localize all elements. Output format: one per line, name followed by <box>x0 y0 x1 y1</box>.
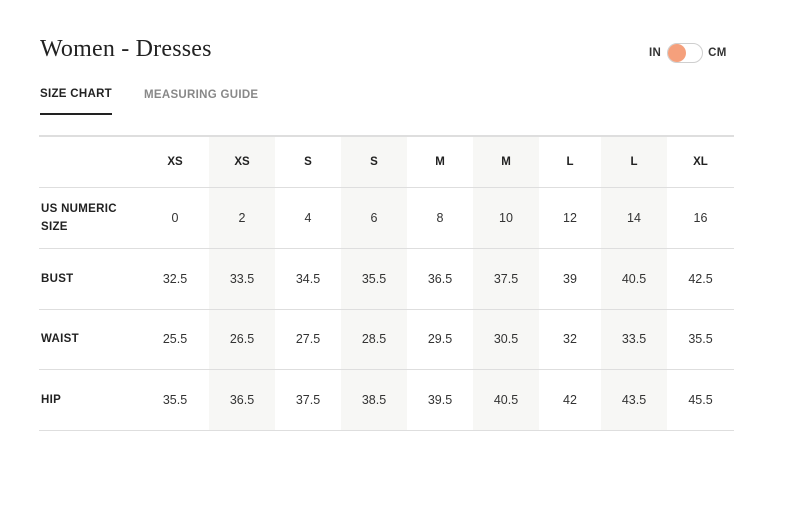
table-cell: 12 <box>563 210 577 225</box>
table-cell: 16 <box>693 210 708 225</box>
row-label: US NUMERIC SIZE <box>41 202 117 233</box>
row-label: HIP <box>41 393 62 406</box>
table-cell: 6 <box>341 187 407 248</box>
table-cell: 33.5 <box>209 248 275 309</box>
tab-bar: SIZE CHART MEASURING GUIDE <box>40 88 258 115</box>
table-cell: 33.5 <box>601 309 667 369</box>
unit-label-cm[interactable]: CM <box>708 47 727 59</box>
header-cell: M <box>435 155 445 168</box>
table-cell: 28.5 <box>341 309 407 369</box>
table-row: US NUMERIC SIZE 0 2 4 6 8 10 12 14 16 <box>39 187 734 248</box>
table-cell: 43.5 <box>601 369 667 430</box>
tab-size-chart[interactable]: SIZE CHART <box>40 88 112 115</box>
table-cell: 8 <box>436 210 444 225</box>
tab-measuring-guide[interactable]: MEASURING GUIDE <box>144 88 258 115</box>
table-cell: 34.5 <box>295 271 321 286</box>
table-cell: 39.5 <box>427 392 453 407</box>
table-cell: 29.5 <box>427 332 453 346</box>
header-cell: XS <box>209 136 275 187</box>
table-cell: 40.5 <box>601 248 667 309</box>
table-cell: 0 <box>171 210 179 225</box>
header-cell: XL <box>693 155 708 168</box>
table-cell: 30.5 <box>473 309 539 369</box>
table-cell: 26.5 <box>209 309 275 369</box>
header-cell: S <box>304 155 312 168</box>
header-cell: L <box>601 136 667 187</box>
table-cell: 36.5 <box>209 369 275 430</box>
size-chart-table: XS XS S S M M L L XL US NUMERIC SIZE 0 2… <box>39 135 734 431</box>
unit-switch[interactable] <box>667 43 704 63</box>
table-cell: 25.5 <box>162 332 188 346</box>
table-cell: 32.5 <box>162 271 188 286</box>
table-cell: 39 <box>563 271 577 286</box>
table-cell: 42.5 <box>688 271 713 286</box>
table-cell: 37.5 <box>473 248 539 309</box>
switch-knob[interactable] <box>668 44 687 62</box>
row-label: BUST <box>41 272 74 285</box>
table-cell: 35.5 <box>341 248 407 309</box>
row-label: WAIST <box>41 333 79 345</box>
header-cell: XS <box>167 155 183 168</box>
table-row: WAIST 25.5 26.5 27.5 28.5 29.5 30.5 32 3… <box>39 309 734 369</box>
table-cell: 35.5 <box>162 392 188 407</box>
table-cell: 36.5 <box>427 271 453 286</box>
table-row: BUST 32.5 33.5 34.5 35.5 36.5 37.5 39 40… <box>39 248 734 309</box>
table-cell: 4 <box>304 210 312 225</box>
header-cell: L <box>566 155 574 168</box>
table-cell: 42 <box>563 392 577 407</box>
table-cell: 14 <box>601 187 667 248</box>
header-cell: S <box>341 136 407 187</box>
table-cell: 10 <box>473 187 539 248</box>
unit-toggle[interactable]: IN CM <box>649 42 727 64</box>
table-cell: 40.5 <box>473 369 539 430</box>
page-title: Women - Dresses <box>40 36 212 62</box>
table-cell: 32 <box>563 332 577 346</box>
table-cell: 27.5 <box>295 332 321 346</box>
table-cell: 37.5 <box>295 392 321 407</box>
header-row: XS XS S S M M L L XL <box>39 136 734 187</box>
table-cell: 38.5 <box>341 369 407 430</box>
header-cell: M <box>473 136 539 187</box>
unit-label-in[interactable]: IN <box>649 47 661 59</box>
table-cell: 2 <box>209 187 275 248</box>
table-cell: 35.5 <box>688 332 713 346</box>
table-row: HIP 35.5 36.5 37.5 38.5 39.5 40.5 42 43.… <box>39 369 734 430</box>
table-cell: 45.5 <box>688 392 713 407</box>
corner-cell <box>39 136 141 187</box>
